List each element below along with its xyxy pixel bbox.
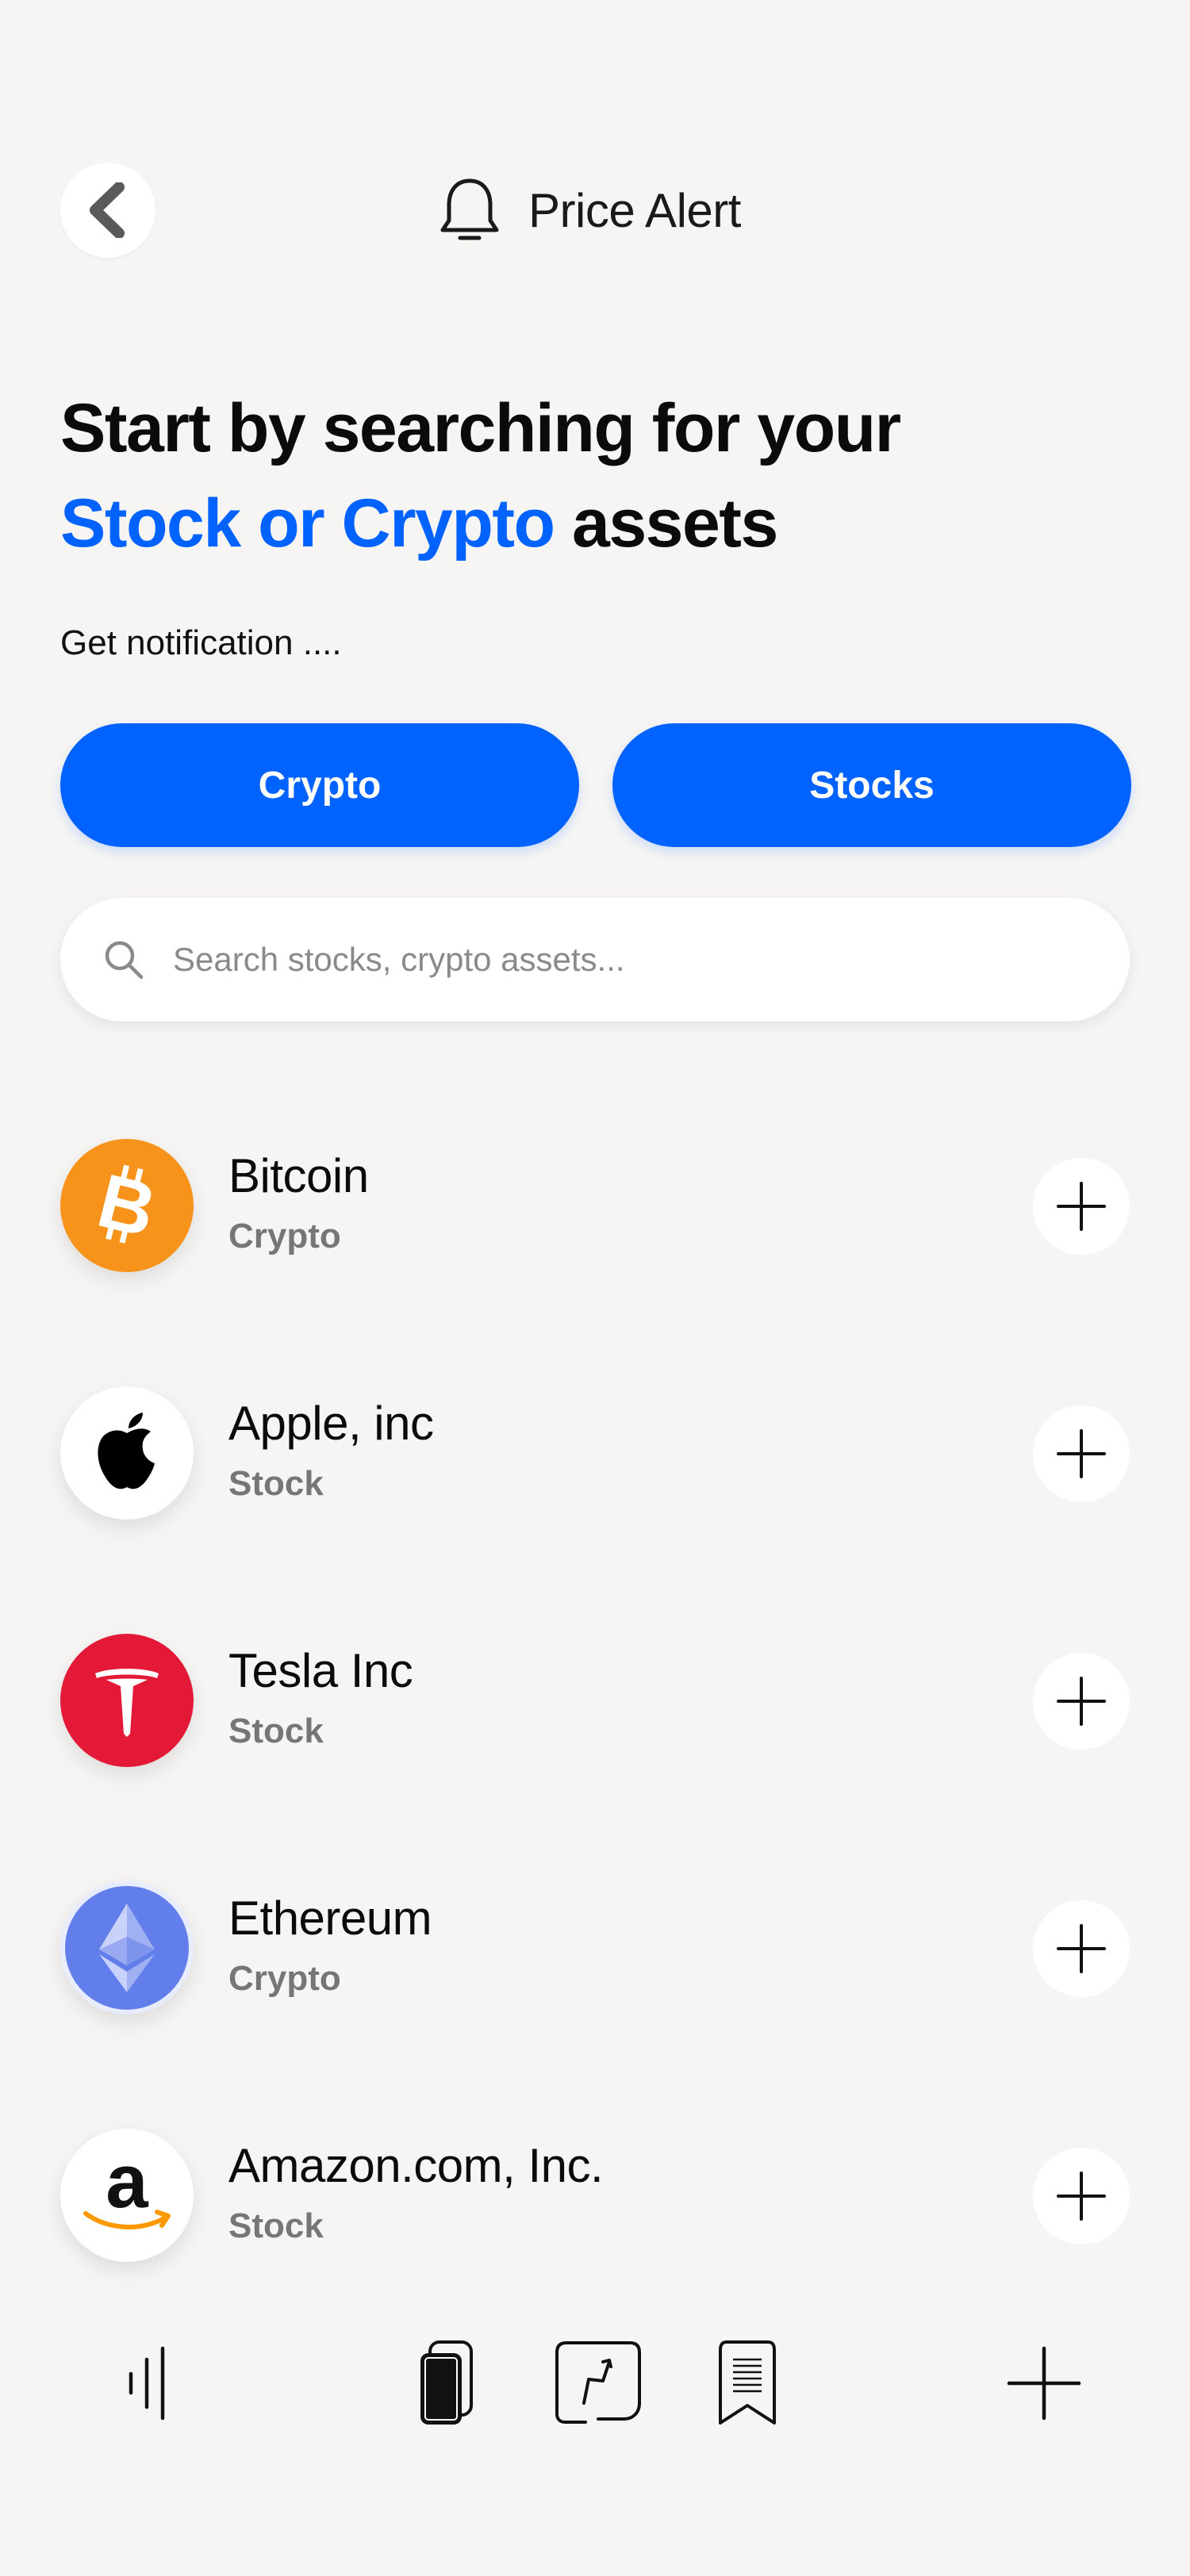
search-icon	[105, 941, 144, 979]
headline-line-2: Stock or Crypto assets	[60, 476, 1092, 571]
asset-row-amazon[interactable]: a Amazon.com, Inc. Stock	[0, 2122, 1190, 2265]
bottom-nav	[0, 2324, 1190, 2443]
page-title: Price Alert	[528, 183, 741, 237]
bitcoin-logo: B	[60, 1139, 194, 1272]
plus-icon	[1057, 2172, 1106, 2221]
svg-text:a: a	[106, 2152, 148, 2224]
asset-row-ethereum[interactable]: Ethereum Crypto	[0, 1875, 1190, 2018]
asset-name: Bitcoin	[228, 1149, 369, 1202]
chart-icon	[555, 2341, 641, 2424]
asset-type: Stock	[228, 1464, 324, 1503]
menu-bars-icon	[129, 2346, 165, 2421]
apple-icon	[98, 1413, 155, 1489]
add-ethereum-button[interactable]	[1033, 1900, 1130, 1997]
add-tesla-button[interactable]	[1033, 1653, 1130, 1750]
asset-row-apple[interactable]: Apple, inc Stock	[0, 1380, 1190, 1523]
asset-name: Tesla Inc	[228, 1644, 413, 1697]
phone-icon	[420, 2340, 473, 2425]
chevron-left-icon	[90, 182, 125, 238]
back-button[interactable]	[60, 163, 155, 258]
headline-line-1: Start by searching for your	[60, 390, 901, 466]
ethereum-logo	[60, 1881, 194, 2014]
nav-add[interactable]	[1004, 2340, 1084, 2427]
asset-name: Amazon.com, Inc.	[228, 2139, 604, 2192]
page-title-group: Price Alert	[436, 174, 741, 246]
header: Price Alert	[0, 0, 1190, 317]
add-amazon-button[interactable]	[1033, 2148, 1130, 2244]
notification-subtext: Get notification ....	[60, 623, 342, 662]
amazon-logo: a	[60, 2129, 194, 2262]
plus-icon	[1057, 1677, 1106, 1726]
add-bitcoin-button[interactable]	[1033, 1158, 1130, 1255]
nav-chart[interactable]	[551, 2338, 646, 2428]
plus-icon	[1057, 1924, 1106, 1973]
amazon-icon: a	[83, 2152, 171, 2230]
asset-row-bitcoin[interactable]: B Bitcoin Crypto	[0, 1133, 1190, 1275]
plus-icon	[1057, 1182, 1106, 1231]
tesla-icon	[95, 1669, 159, 1737]
asset-type: Crypto	[228, 1959, 341, 1998]
asset-row-tesla[interactable]: Tesla Inc Stock	[0, 1627, 1190, 1770]
asset-type: Stock	[228, 2206, 324, 2245]
nav-receipt[interactable]	[708, 2338, 787, 2428]
asset-name: Apple, inc	[228, 1397, 434, 1450]
receipt-icon	[719, 2340, 776, 2425]
ethereum-icon	[99, 1903, 155, 1992]
tab-crypto[interactable]: Crypto	[60, 723, 579, 847]
search-bar[interactable]	[60, 898, 1130, 1022]
nav-menu[interactable]	[103, 2340, 182, 2427]
headline: Start by searching for your Stock or Cry…	[60, 381, 1092, 571]
tesla-logo	[60, 1634, 194, 1767]
asset-type: Stock	[228, 1712, 324, 1750]
bell-icon	[440, 178, 499, 240]
plus-icon	[1057, 1429, 1106, 1478]
tab-stocks[interactable]: Stocks	[612, 723, 1131, 847]
search-input[interactable]	[173, 941, 1085, 979]
asset-type: Crypto	[228, 1217, 341, 1255]
asset-name: Ethereum	[228, 1892, 432, 1945]
headline-rest: assets	[554, 485, 778, 562]
apple-logo	[60, 1386, 194, 1520]
nav-phone[interactable]	[406, 2338, 486, 2428]
add-apple-button[interactable]	[1033, 1405, 1130, 1502]
plus-icon	[1007, 2346, 1081, 2421]
bitcoin-icon: B	[90, 1162, 163, 1249]
headline-highlight: Stock or Crypto	[60, 485, 555, 562]
